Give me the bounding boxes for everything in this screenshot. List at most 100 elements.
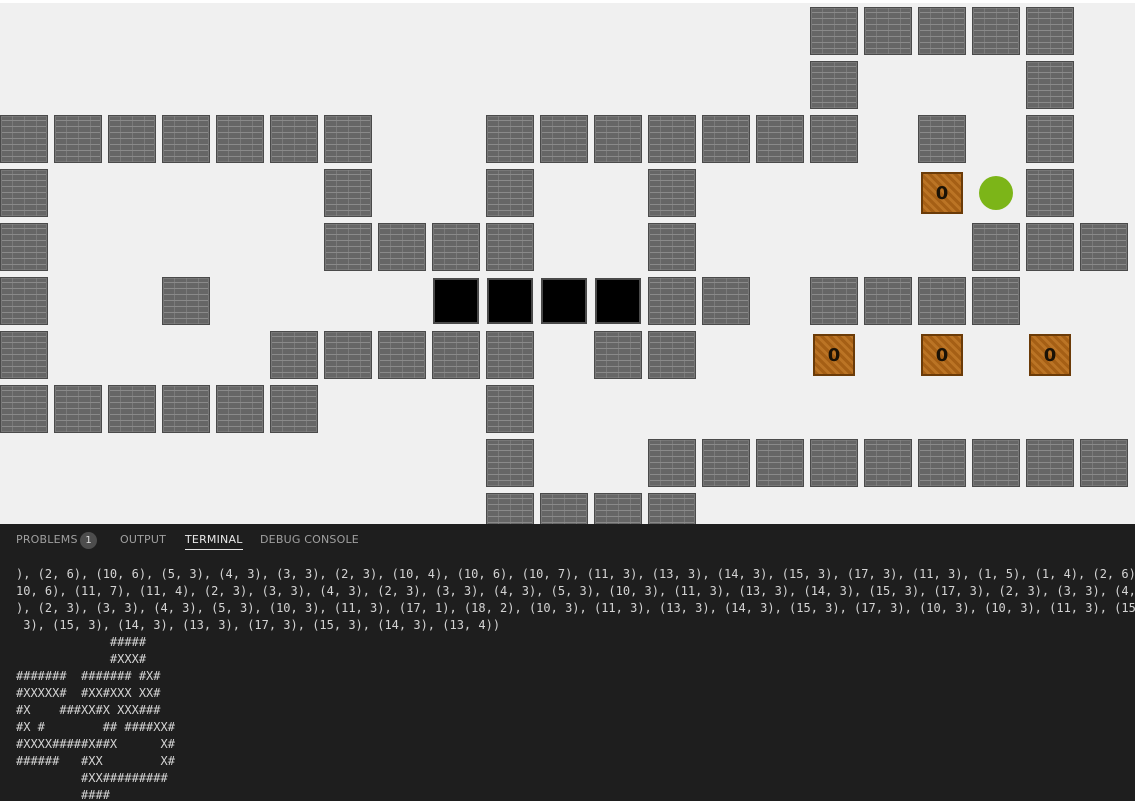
- brick-pattern: [1027, 8, 1073, 54]
- terminal-output[interactable]: ), (2, 6), (10, 6), (5, 3), (4, 3), (3, …: [16, 566, 1135, 801]
- wall-tile: [324, 223, 372, 271]
- brick-pattern: [703, 116, 749, 162]
- brick-pattern: [1027, 62, 1073, 108]
- brick-pattern: [487, 116, 533, 162]
- brick-pattern: [55, 386, 101, 432]
- wall-tile: [162, 385, 210, 433]
- wall-tile: [648, 277, 696, 325]
- wall-tile: [918, 115, 966, 163]
- wall-tile: [864, 277, 912, 325]
- wall-tile: [54, 115, 102, 163]
- brick-pattern: [649, 332, 695, 378]
- brick-pattern: [811, 62, 857, 108]
- terminal-line: #X ###XX#X XXX###: [16, 703, 161, 717]
- crate[interactable]: 0: [1029, 334, 1071, 376]
- crate[interactable]: 0: [813, 334, 855, 376]
- brick-pattern: [379, 332, 425, 378]
- wall-tile: [702, 115, 750, 163]
- brick-pattern: [487, 494, 533, 524]
- brick-pattern: [271, 116, 317, 162]
- wall-tile: [486, 223, 534, 271]
- wall-tile: [702, 277, 750, 325]
- brick-pattern: [973, 8, 1019, 54]
- brick-pattern: [865, 440, 911, 486]
- brick-pattern: [487, 170, 533, 216]
- wall-tile: [216, 115, 264, 163]
- wall-tile: [0, 277, 48, 325]
- tab-debug-console[interactable]: DEBUG CONSOLE: [260, 533, 359, 546]
- wall-tile: [702, 439, 750, 487]
- pit-tile: [487, 278, 533, 324]
- brick-pattern: [217, 116, 263, 162]
- brick-pattern: [919, 8, 965, 54]
- crate[interactable]: 0: [921, 172, 963, 214]
- pit-tile: [541, 278, 587, 324]
- brick-pattern: [649, 278, 695, 324]
- wall-tile: [162, 277, 210, 325]
- tab-problems[interactable]: PROBLEMS: [16, 533, 78, 546]
- brick-pattern: [649, 440, 695, 486]
- brick-pattern: [325, 116, 371, 162]
- brick-pattern: [649, 116, 695, 162]
- terminal-line: ####### ####### #X#: [16, 669, 161, 683]
- wall-tile: [108, 385, 156, 433]
- wall-tile: [1026, 223, 1074, 271]
- wall-tile: [810, 439, 858, 487]
- wall-tile: [918, 277, 966, 325]
- wall-tile: [486, 115, 534, 163]
- terminal-line: ####: [16, 788, 110, 801]
- wall-tile: [594, 493, 642, 524]
- wall-tile: [648, 223, 696, 271]
- terminal-line: #X # ## ####XX#: [16, 720, 175, 734]
- wall-tile: [216, 385, 264, 433]
- brick-pattern: [325, 224, 371, 270]
- player-icon[interactable]: [979, 176, 1013, 210]
- wall-tile: [648, 115, 696, 163]
- wall-tile: [648, 331, 696, 379]
- brick-pattern: [109, 386, 155, 432]
- brick-pattern: [757, 440, 803, 486]
- terminal-line: ), (2, 6), (10, 6), (5, 3), (4, 3), (3, …: [16, 567, 1135, 581]
- brick-pattern: [55, 116, 101, 162]
- crate-label: 0: [935, 344, 949, 366]
- wall-tile: [486, 169, 534, 217]
- brick-pattern: [973, 278, 1019, 324]
- brick-pattern: [1081, 224, 1127, 270]
- brick-pattern: [1, 278, 47, 324]
- brick-pattern: [649, 494, 695, 524]
- wall-tile: [594, 331, 642, 379]
- brick-pattern: [703, 278, 749, 324]
- brick-pattern: [325, 332, 371, 378]
- wall-tile: [918, 439, 966, 487]
- game-board: 0 0 0 0: [0, 0, 1135, 524]
- brick-pattern: [1027, 170, 1073, 216]
- terminal-line: #XXX#: [16, 652, 147, 666]
- wall-tile: [756, 439, 804, 487]
- wall-tile: [648, 493, 696, 524]
- terminal-line: ###### #XX X#: [16, 754, 175, 768]
- brick-pattern: [1, 224, 47, 270]
- brick-pattern: [811, 440, 857, 486]
- brick-pattern: [1027, 440, 1073, 486]
- brick-pattern: [811, 116, 857, 162]
- tab-output[interactable]: OUTPUT: [120, 533, 166, 546]
- brick-pattern: [271, 386, 317, 432]
- brick-pattern: [541, 116, 587, 162]
- tab-terminal[interactable]: TERMINAL: [185, 533, 243, 550]
- wall-tile: [324, 169, 372, 217]
- brick-pattern: [649, 224, 695, 270]
- wall-tile: [540, 115, 588, 163]
- crate-label: 0: [827, 344, 841, 366]
- crate[interactable]: 0: [921, 334, 963, 376]
- wall-tile: [972, 7, 1020, 55]
- brick-pattern: [487, 386, 533, 432]
- brick-pattern: [433, 332, 479, 378]
- wall-tile: [0, 331, 48, 379]
- brick-pattern: [379, 224, 425, 270]
- brick-pattern: [487, 224, 533, 270]
- wall-tile: [1080, 439, 1128, 487]
- brick-pattern: [595, 494, 641, 524]
- wall-tile: [108, 115, 156, 163]
- wall-tile: [270, 331, 318, 379]
- brick-pattern: [595, 116, 641, 162]
